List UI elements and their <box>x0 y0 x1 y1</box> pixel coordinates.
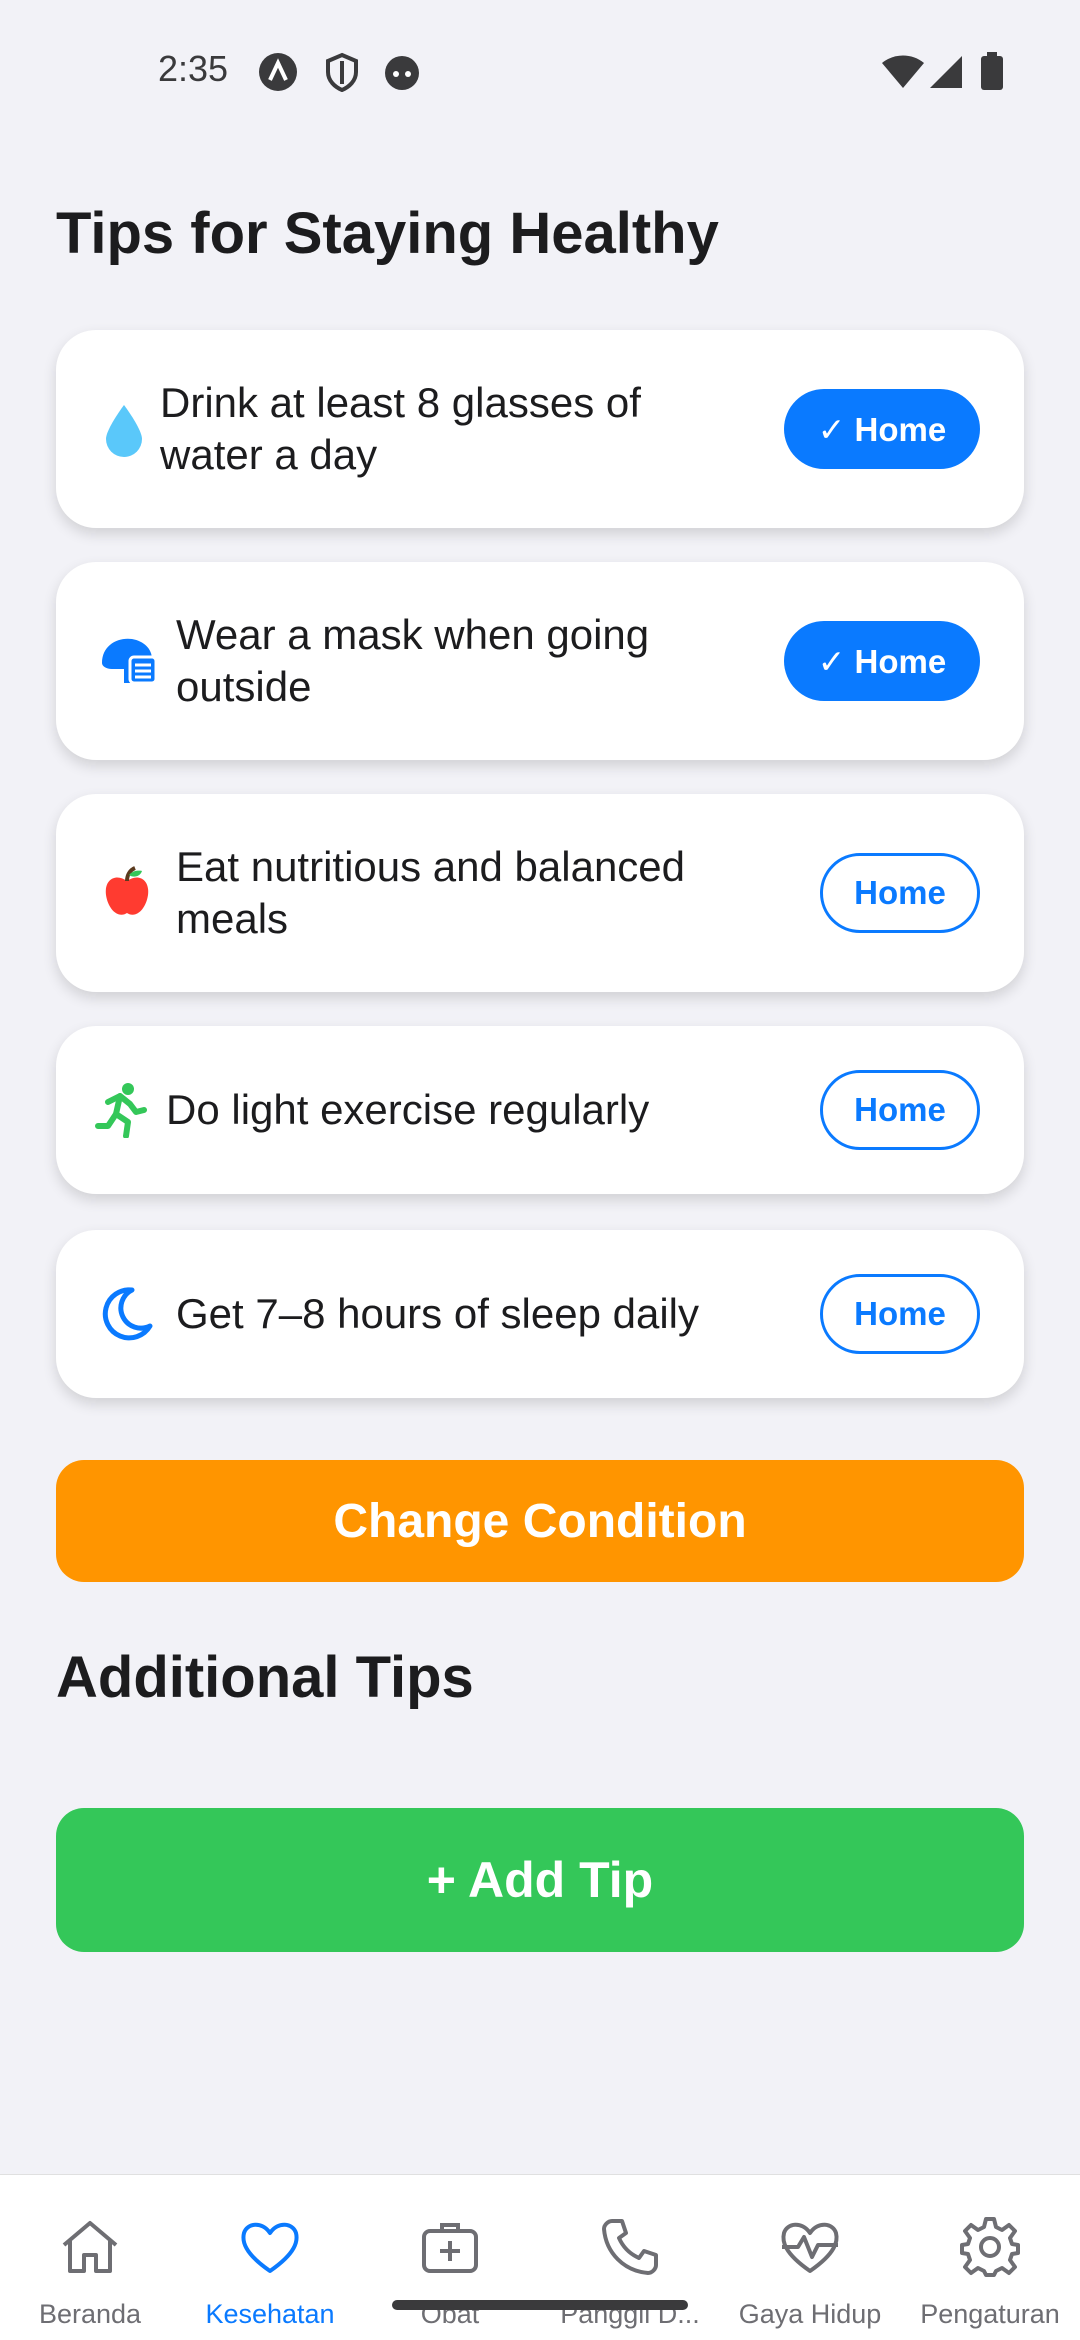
tip-text: Wear a mask when going outside <box>176 611 650 710</box>
running-icon <box>95 1083 147 1138</box>
status-time: 2:35 <box>158 48 229 89</box>
app-a-icon <box>259 53 297 91</box>
heart-icon <box>241 2222 299 2273</box>
moon-icon <box>102 1287 153 1341</box>
phone-icon <box>602 2219 658 2275</box>
home-toggle-button[interactable]: ✓ Home <box>784 389 980 469</box>
tip-card-exercise: Do light exercise regularly Home <box>56 1026 1024 1194</box>
gear-icon <box>960 2217 1020 2277</box>
home-toggle-button[interactable]: Home <box>820 853 980 933</box>
home-indicator[interactable] <box>392 2300 688 2310</box>
tip-card-sleep: Get 7–8 hours of sleep daily Home <box>56 1230 1024 1398</box>
apple-icon <box>105 866 149 915</box>
home-icon <box>62 2221 118 2273</box>
mask-icon <box>102 638 158 685</box>
tip-text: Eat nutritious and balanced meals <box>176 843 686 942</box>
tip-card-meals: Eat nutritious and balanced meals Home <box>56 794 1024 992</box>
nav-item-beranda[interactable]: Beranda <box>0 2175 180 2340</box>
add-tip-button[interactable]: + Add Tip <box>56 1808 1024 1952</box>
nav-label: Beranda <box>38 2299 142 2329</box>
nav-item-panggil-dokter[interactable]: Panggil D... <box>540 2175 720 2340</box>
nav-label: Gaya Hidup <box>738 2299 882 2329</box>
nav-item-kesehatan[interactable]: Kesehatan <box>180 2175 360 2340</box>
water-drop-icon <box>106 405 142 457</box>
home-toggle-button[interactable]: Home <box>820 1274 980 1354</box>
tip-text: Drink at least 8 glasses of water a day <box>160 379 641 478</box>
tip-text: Do light exercise regularly <box>166 1086 650 1133</box>
nav-item-obat[interactable]: Obat <box>360 2175 540 2340</box>
additional-tips-heading: Additional Tips <box>56 1645 474 1710</box>
page-title: Tips for Staying Healthy <box>56 201 719 266</box>
wifi-icon <box>882 55 924 88</box>
nav-label: Pengaturan <box>920 2299 1060 2329</box>
tip-card-water: Drink at least 8 glasses of water a day … <box>56 330 1024 528</box>
home-toggle-button[interactable]: Home <box>820 1070 980 1150</box>
home-toggle-button[interactable]: ✓ Home <box>784 621 980 701</box>
tip-text: Get 7–8 hours of sleep daily <box>176 1290 699 1337</box>
battery-icon <box>981 52 1003 90</box>
heart-pulse-icon <box>781 2222 839 2273</box>
shield-icon <box>326 52 358 92</box>
nav-item-gaya-hidup[interactable]: Gaya Hidup <box>720 2175 900 2340</box>
medical-kit-icon <box>422 2223 478 2273</box>
nav-item-pengaturan[interactable]: Pengaturan <box>900 2175 1080 2340</box>
tip-card-mask: Wear a mask when going outside ✓ Home <box>56 562 1024 760</box>
signal-icon <box>930 56 962 88</box>
android-face-icon <box>385 56 419 90</box>
bottom-nav: Beranda Kesehatan Obat Panggil D... Gaya… <box>0 2174 1080 2340</box>
status-bar: 2:35 <box>0 0 1080 140</box>
change-condition-button[interactable]: Change Condition <box>56 1460 1024 1582</box>
nav-label: Kesehatan <box>205 2299 335 2329</box>
